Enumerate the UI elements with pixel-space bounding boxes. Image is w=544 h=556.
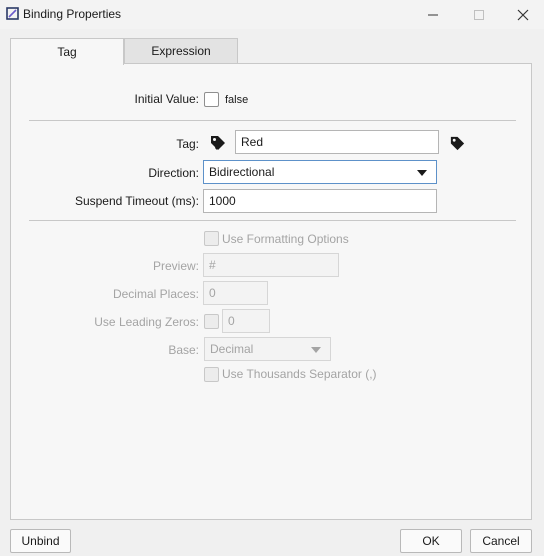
preview-label: Preview:	[152, 259, 199, 273]
tag-panel: Initial Value: false Tag: Red Direction:…	[10, 63, 532, 520]
leading-zeros-checkbox[interactable]	[204, 314, 219, 329]
base-select[interactable]: Decimal	[204, 337, 331, 361]
base-value: Decimal	[210, 342, 254, 356]
tab-expression[interactable]: Expression	[124, 38, 238, 64]
chevron-down-icon	[311, 347, 321, 353]
cancel-button[interactable]: Cancel	[470, 529, 532, 553]
initial-value-label: Initial Value:	[134, 92, 199, 106]
thousands-separator-checkbox[interactable]	[204, 367, 219, 382]
use-formatting-label: Use Formatting Options	[222, 232, 349, 246]
close-button[interactable]	[500, 0, 544, 29]
suspend-timeout-input[interactable]: 1000	[203, 189, 437, 213]
close-icon	[517, 9, 529, 20]
ok-button[interactable]: OK	[400, 529, 462, 553]
suspend-timeout-value: 1000	[209, 194, 236, 208]
minimize-button[interactable]	[410, 0, 456, 29]
tag-label: Tag:	[176, 137, 199, 151]
leading-zeros-input[interactable]: 0	[222, 309, 270, 333]
ok-label: OK	[422, 534, 440, 548]
app-icon	[6, 7, 19, 20]
unbind-button[interactable]: Unbind	[10, 529, 71, 553]
title-bar: Binding Properties	[0, 0, 544, 29]
maximize-icon	[474, 9, 484, 20]
separator	[29, 120, 516, 121]
direction-value: Bidirectional	[209, 165, 275, 179]
initial-value-text: false	[225, 94, 249, 106]
decimal-places-label: Decimal Places:	[112, 287, 199, 301]
leading-zeros-value: 0	[228, 314, 235, 328]
tag-browse-icon[interactable]	[449, 135, 466, 152]
suspend-timeout-label: Suspend Timeout (ms):	[74, 194, 199, 208]
tab-tag[interactable]: Tag	[10, 38, 124, 65]
maximize-button	[456, 0, 502, 29]
initial-value-checkbox[interactable]	[204, 92, 219, 107]
direction-select[interactable]: Bidirectional	[203, 160, 437, 184]
thousands-separator-label: Use Thousands Separator (,)	[222, 367, 377, 381]
preview-field: #	[203, 253, 339, 277]
tag-path-input[interactable]: Red	[235, 130, 439, 154]
chevron-down-icon	[417, 170, 427, 176]
minimize-icon	[428, 14, 438, 15]
decimal-places-input[interactable]: 0	[203, 281, 268, 305]
leading-zeros-label: Use Leading Zeros:	[94, 315, 199, 329]
cancel-label: Cancel	[482, 534, 520, 548]
preview-value: #	[209, 258, 216, 272]
tag-path-value: Red	[241, 135, 264, 149]
separator	[29, 220, 516, 221]
base-label: Base:	[168, 343, 199, 357]
tag-icon	[211, 136, 225, 150]
tab-expression-label: Expression	[151, 44, 211, 58]
unbind-label: Unbind	[21, 534, 60, 548]
use-formatting-checkbox[interactable]	[204, 231, 219, 246]
direction-label: Direction:	[148, 166, 199, 180]
decimal-places-value: 0	[209, 286, 216, 300]
tab-tag-label: Tag	[57, 45, 77, 59]
window-title: Binding Properties	[23, 7, 122, 21]
